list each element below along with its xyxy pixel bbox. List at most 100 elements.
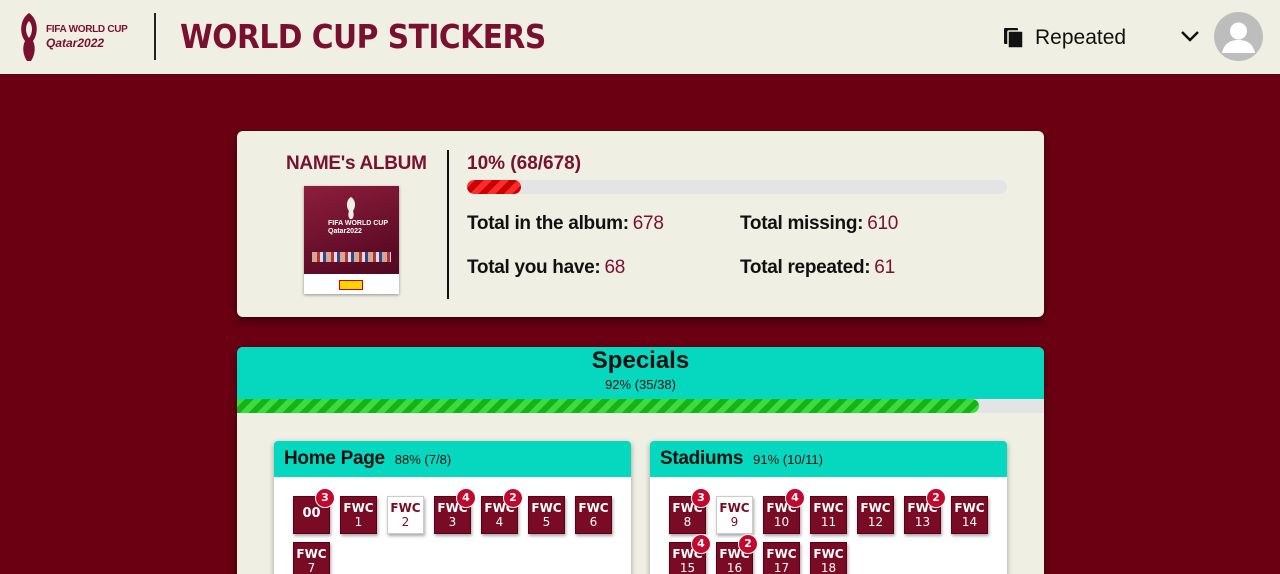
sticker[interactable]: FWC 17 (763, 542, 800, 574)
stat-total-value: 678 (632, 213, 664, 234)
sticker-number: 9 (730, 515, 739, 529)
sticker-number: 15 (679, 561, 696, 574)
sticker-code: FWC (296, 547, 327, 561)
sticker[interactable]: FWC 11 (810, 496, 847, 534)
stat-repeated-label: Total repeated: (740, 257, 871, 278)
specials-progress-fill (237, 399, 980, 413)
sticker-code: FWC (343, 501, 374, 515)
logo-line-2: Qatar2022 (46, 36, 105, 50)
album-progress-bar (467, 180, 1007, 194)
sticker-number: 10 (773, 515, 790, 529)
sticker[interactable]: 00 3 (293, 488, 335, 534)
sticker[interactable]: FWC 12 (857, 496, 894, 534)
sticker-code: 00 (302, 506, 321, 521)
specials-progress-bar (237, 399, 1044, 413)
sticker[interactable]: FWC 13 2 (904, 488, 946, 534)
sticker[interactable]: FWC 6 (575, 496, 612, 534)
repeat-count-badge: 2 (926, 488, 946, 508)
group-title: Home Page (284, 448, 385, 469)
sticker-code: FWC (390, 501, 421, 515)
sticker-number: 3 (448, 515, 457, 529)
sticker-code: FWC (860, 501, 891, 515)
stat-missing-value: 610 (867, 213, 898, 234)
repeat-count-badge: 4 (785, 488, 805, 508)
sticker-number: 8 (683, 515, 692, 529)
stat-have-value: 68 (604, 257, 625, 278)
group-header[interactable]: Home Page 88% (7/8) (274, 441, 631, 477)
group-progress-text: 88% (7/8) (394, 451, 452, 467)
sticker[interactable]: FWC 10 4 (763, 488, 805, 534)
sticker-number: 18 (820, 561, 837, 574)
group-home-page: Home Page 88% (7/8) 00 3 FWC 1 FWC 2 FWC 3 4 FWC 4… (274, 441, 631, 574)
sticker[interactable]: FWC 4 2 (481, 488, 523, 534)
group-header[interactable]: Stadiums 91% (10/11) (650, 441, 1007, 477)
sticker-number: 5 (542, 515, 551, 529)
album-cover-image: FIFA WORLD CUP Qatar2022 (304, 186, 399, 294)
stat-missing-label: Total missing: (740, 213, 864, 234)
sticker[interactable]: FWC 14 (951, 496, 988, 534)
top-bar: FIFA WORLD CUP Qatar2022 WORLD CUP STICK… (0, 0, 1280, 74)
repeat-count-badge: 4 (456, 488, 476, 508)
sticker-code: FWC (813, 547, 844, 561)
panini-logo (339, 280, 363, 290)
sticker-number: 4 (495, 515, 504, 529)
specials-header[interactable]: Specials 92% (35/38) (237, 347, 1044, 399)
stat-repeated: Total repeated: 61 (740, 257, 895, 279)
user-avatar[interactable] (1214, 12, 1263, 61)
sticker[interactable]: FWC 1 (340, 496, 377, 534)
repeat-count-badge: 3 (315, 488, 335, 508)
specials-progress-text: 92% (35/38) (605, 377, 676, 392)
logo-line-1: FIFA WORLD CUP (46, 24, 128, 35)
chevron-down-icon[interactable] (1180, 26, 1200, 46)
sticker[interactable]: FWC 2 (387, 496, 424, 534)
sticker-number: 13 (914, 515, 931, 529)
album-summary-card: NAME's ALBUM FIFA WORLD CUP Qatar2022 10… (237, 131, 1044, 317)
trophy-icon (346, 197, 356, 219)
repeat-count-badge: 4 (691, 534, 711, 554)
sticker[interactable]: FWC 3 4 (434, 488, 476, 534)
group-progress-text: 91% (10/11) (753, 451, 823, 467)
repeated-filter-label: Repeated (1035, 26, 1127, 49)
group-title: Stadiums (660, 448, 744, 469)
sticker-number: 6 (589, 515, 598, 529)
album-divider (447, 150, 449, 299)
sticker-number: 14 (961, 515, 978, 529)
header-divider (154, 13, 156, 60)
sticker[interactable]: FWC 8 3 (669, 488, 711, 534)
stat-have: Total you have: 68 (467, 257, 625, 279)
sticker[interactable]: FWC 18 (810, 542, 847, 574)
copy-stack-icon (1004, 28, 1024, 49)
sticker[interactable]: FWC 5 (528, 496, 565, 534)
album-name: NAME's ALBUM (286, 153, 427, 174)
repeat-count-badge: 2 (738, 534, 758, 554)
cover-line-2: Qatar2022 (328, 228, 362, 236)
sticker-code: FWC (954, 501, 985, 515)
specials-title: Specials (591, 347, 690, 374)
repeat-count-badge: 3 (691, 488, 711, 508)
album-progress-text: 10% (68/678) (467, 153, 582, 174)
sticker-code: FWC (578, 501, 609, 515)
sticker-code: FWC (766, 547, 797, 561)
sticker-number: 7 (307, 561, 316, 574)
sticker-number: 16 (726, 561, 743, 574)
fifa-world-cup-logo[interactable]: FIFA WORLD CUP Qatar2022 (16, 10, 134, 64)
world-cup-trophy-icon (21, 13, 37, 61)
sticker[interactable]: FWC 9 (716, 496, 753, 534)
album-progress-fill (467, 180, 521, 194)
stat-have-label: Total you have: (467, 257, 601, 278)
cover-flags (312, 252, 391, 262)
sticker[interactable]: FWC 15 4 (669, 534, 711, 574)
cover-line-1: FIFA WORLD CUP (328, 220, 389, 227)
user-icon (1222, 22, 1255, 53)
stat-missing: Total missing: 610 (740, 213, 898, 235)
sticker-number: 11 (820, 515, 837, 529)
sticker[interactable]: FWC 16 2 (716, 534, 758, 574)
stat-repeated-value: 61 (874, 257, 895, 278)
sticker-number: 12 (867, 515, 884, 529)
sticker-number: 1 (354, 515, 363, 529)
stat-total-label: Total in the album: (467, 213, 629, 234)
sticker[interactable]: FWC 7 (293, 542, 330, 574)
sticker-code: FWC (813, 501, 844, 515)
repeated-filter[interactable]: Repeated (1003, 24, 1126, 52)
repeat-count-badge: 2 (503, 488, 523, 508)
